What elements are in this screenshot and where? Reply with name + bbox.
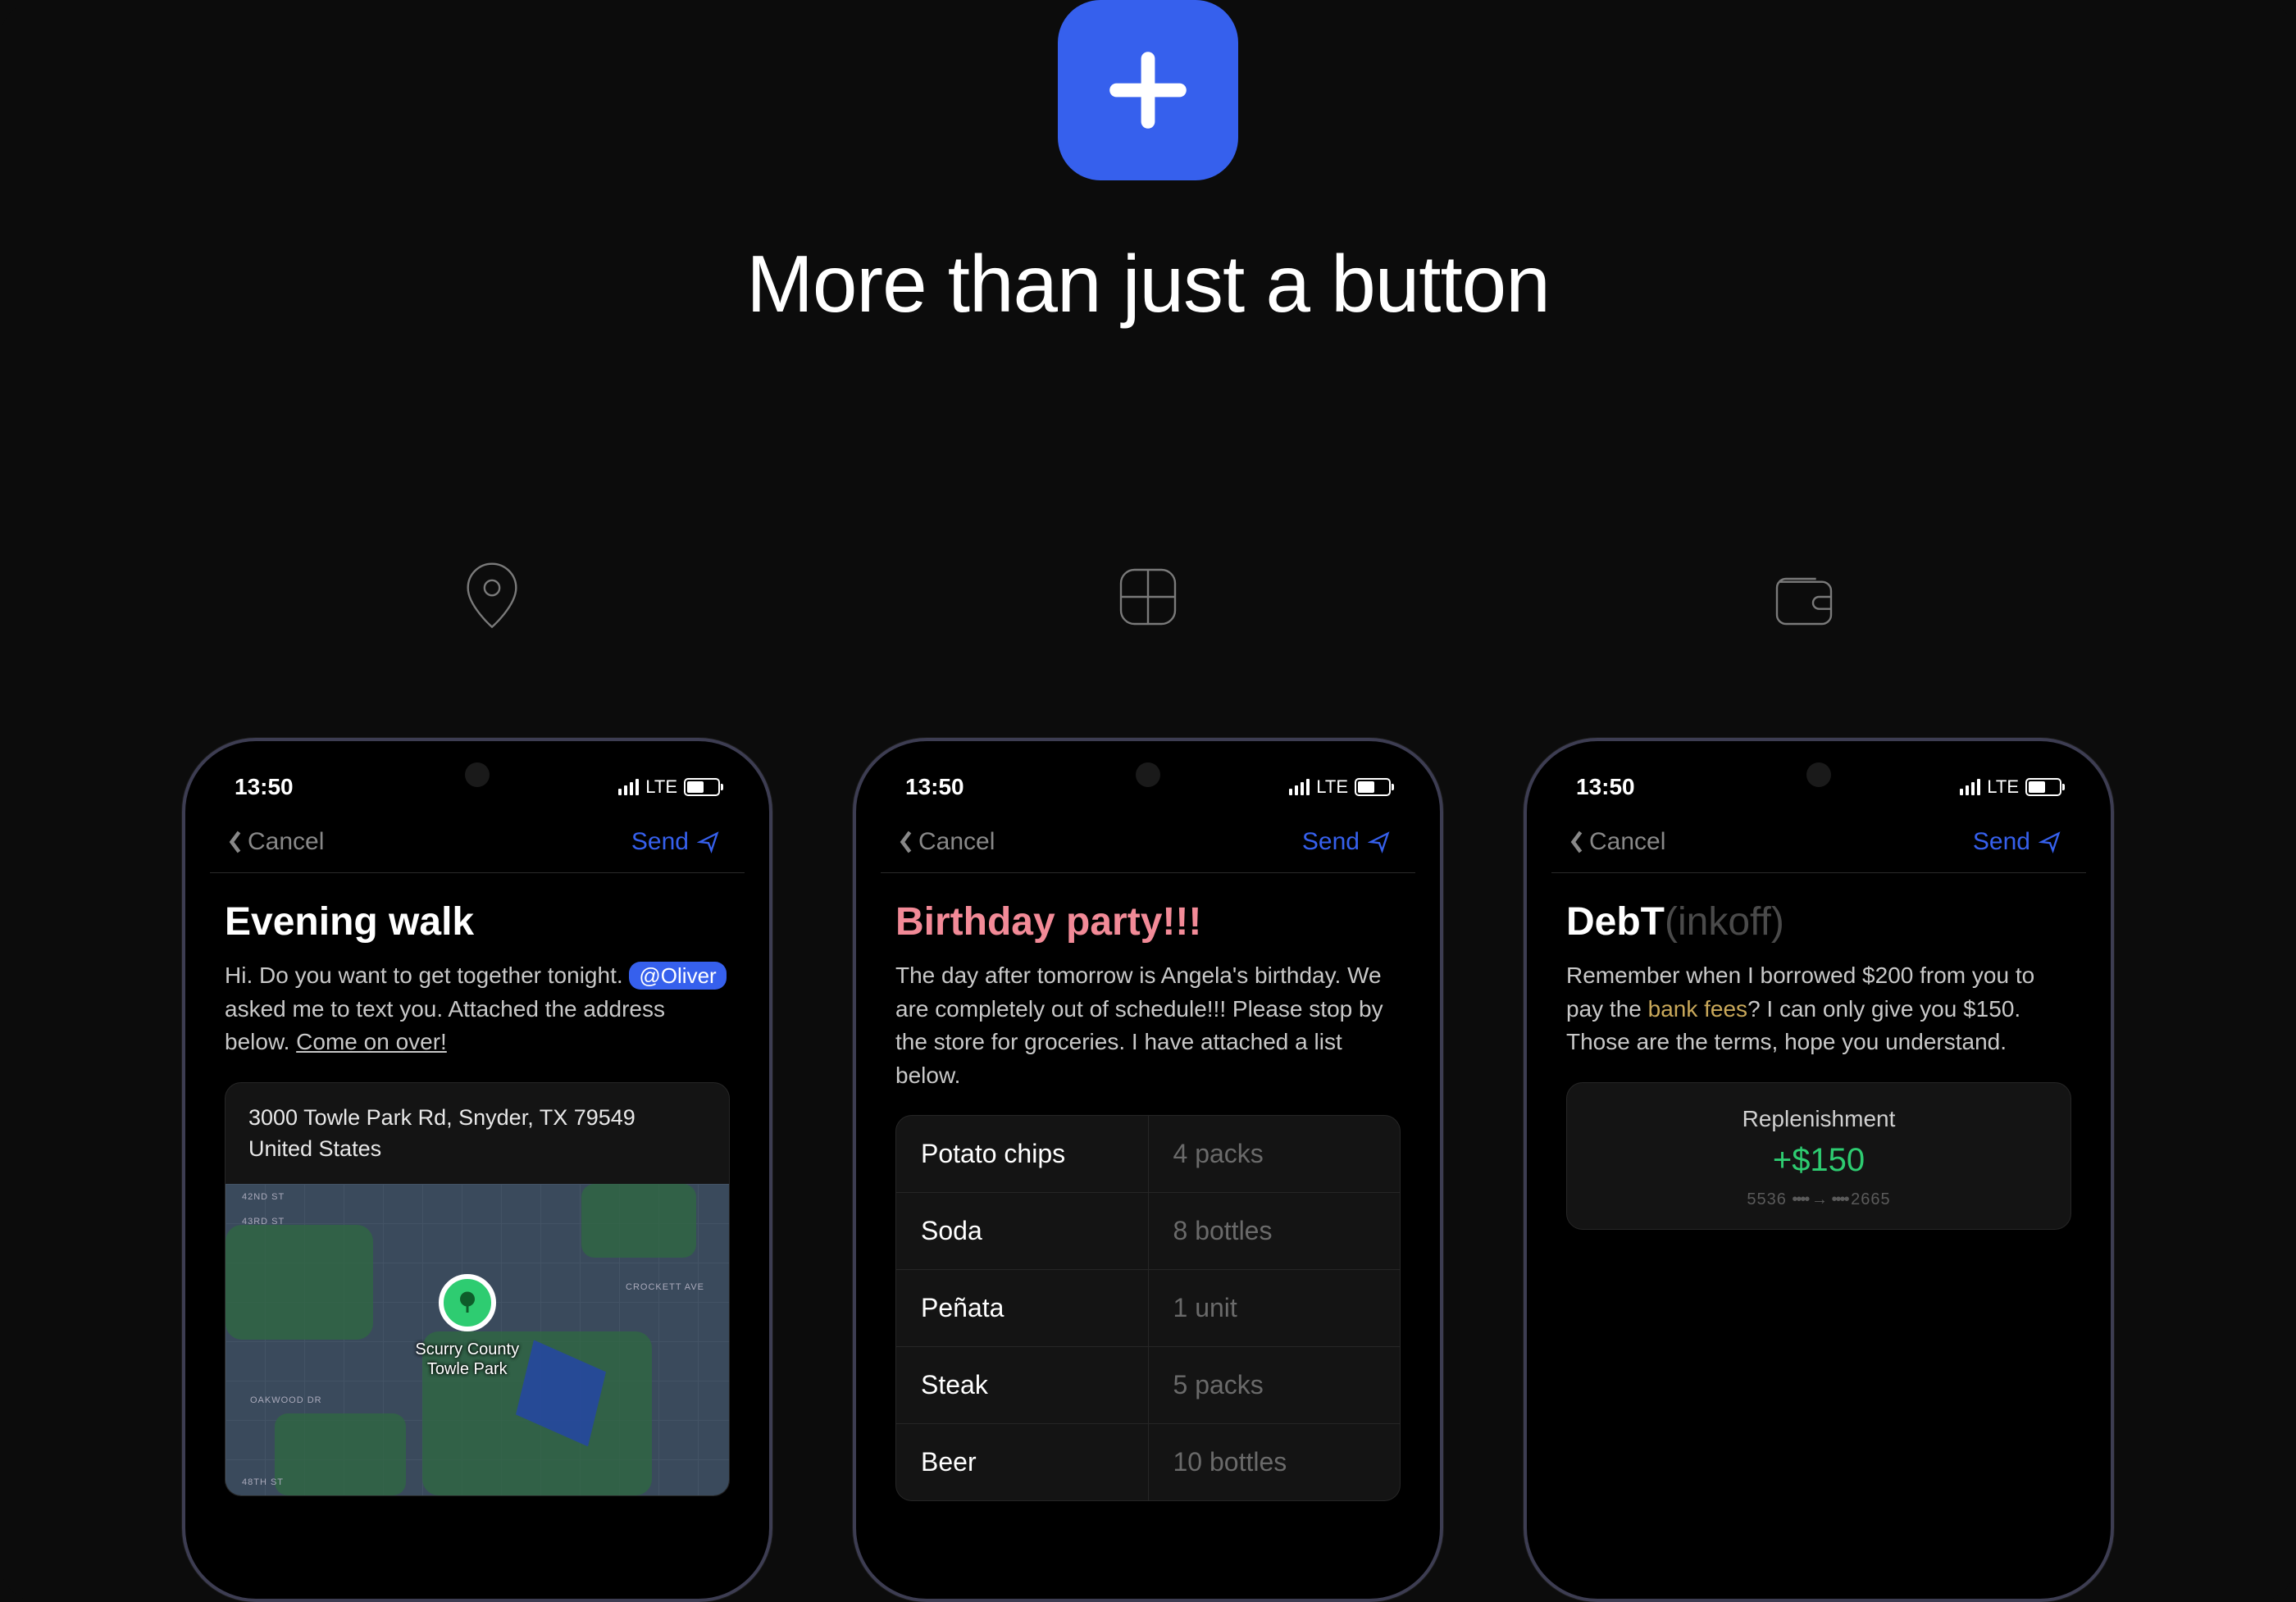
item-name: Potato chips: [896, 1116, 1149, 1192]
table-row[interactable]: Potato chips 4 packs: [896, 1116, 1400, 1193]
location-card[interactable]: 3000 Towle Park Rd, Snyder, TX 79549 Uni…: [225, 1082, 730, 1497]
table-row[interactable]: Soda 8 bottles: [896, 1193, 1400, 1270]
table-row[interactable]: Steak 5 packs: [896, 1347, 1400, 1424]
chevron-left-icon: [1569, 830, 1584, 854]
battery-icon: [1355, 778, 1391, 796]
category-icons-row: [0, 558, 2296, 636]
item-qty: 4 packs: [1149, 1116, 1401, 1192]
title-main: DebT: [1566, 900, 1665, 944]
nav-bar: Cancel Send: [210, 808, 745, 873]
status-indicators: LTE: [1289, 776, 1391, 798]
camera-notch: [1136, 762, 1160, 787]
address-line-1: 3000 Towle Park Rd, Snyder, TX 79549: [248, 1103, 706, 1134]
phone-mockup-list: 13:50 LTE Cancel Send Birthday party: [853, 738, 1443, 1602]
hero-title: More than just a button: [0, 238, 2296, 330]
title-suggestion: (inkoff): [1665, 900, 1784, 944]
cancel-label: Cancel: [918, 828, 995, 856]
phone-mockup-location: 13:50 LTE Cancel Send Evening walk: [182, 738, 772, 1602]
address-line-2: United States: [248, 1134, 706, 1165]
item-name: Soda: [896, 1193, 1149, 1269]
network-label: LTE: [1987, 776, 2019, 798]
note-content: Birthday party!!! The day after tomorrow…: [866, 873, 1430, 1501]
camera-notch: [1806, 762, 1831, 787]
item-name: Peñata: [896, 1270, 1149, 1346]
chevron-left-icon: [899, 830, 913, 854]
map-preview[interactable]: 42ND ST 43RD ST CROCKETT AVE OAKWOOD DR …: [226, 1184, 729, 1495]
map-pin-label: Scurry County Towle Park: [415, 1340, 519, 1379]
payment-card[interactable]: Replenishment +$150 5536 •••• → •••• 266…: [1566, 1082, 2071, 1230]
phones-row: 13:50 LTE Cancel Send Evening walk: [0, 738, 2296, 1602]
send-label: Send: [1973, 828, 2030, 856]
payment-amount: +$150: [1583, 1142, 2054, 1179]
cancel-button[interactable]: Cancel: [899, 828, 995, 856]
table-row[interactable]: Beer 10 bottles: [896, 1424, 1400, 1500]
address-block: 3000 Towle Park Rd, Snyder, TX 79549 Uni…: [226, 1083, 729, 1185]
network-label: LTE: [1316, 776, 1348, 798]
table-grid-icon: [1109, 558, 1187, 636]
status-time: 13:50: [1576, 774, 1635, 800]
item-qty: 5 packs: [1149, 1347, 1401, 1423]
tree-icon: [439, 1274, 496, 1331]
note-content: Evening walk Hi. Do you want to get toge…: [195, 873, 759, 1496]
status-indicators: LTE: [618, 776, 720, 798]
payment-cards: 5536 •••• → •••• 2665: [1583, 1190, 2054, 1209]
mention-pill[interactable]: @Oliver: [629, 962, 726, 990]
body-text: Hi. Do you want to get together tonight.: [225, 963, 629, 988]
note-content: DebT(inkoff) Remember when I borrowed $2…: [1537, 873, 2101, 1230]
note-title[interactable]: Evening walk: [225, 899, 730, 944]
marketing-canvas: More than just a button 13:50 LTE: [0, 0, 2296, 1602]
table-row[interactable]: Peñata 1 unit: [896, 1270, 1400, 1347]
item-name: Beer: [896, 1424, 1149, 1500]
body-cta-link[interactable]: Come on over!: [296, 1029, 447, 1054]
wallet-icon: [1765, 558, 1843, 636]
status-indicators: LTE: [1960, 776, 2061, 798]
signal-icon: [1960, 779, 1980, 795]
cancel-label: Cancel: [1589, 828, 1665, 856]
signal-icon: [618, 779, 639, 795]
card-from: 5536: [1747, 1190, 1787, 1208]
send-button[interactable]: Send: [1973, 828, 2061, 856]
cancel-label: Cancel: [248, 828, 324, 856]
app-icon-plus: [1058, 0, 1238, 180]
map-pin[interactable]: Scurry County Towle Park: [439, 1274, 496, 1331]
send-icon: [697, 831, 720, 853]
nav-bar: Cancel Send: [1551, 808, 2086, 873]
status-time: 13:50: [905, 774, 964, 800]
battery-icon: [684, 778, 720, 796]
network-label: LTE: [645, 776, 677, 798]
note-body[interactable]: Hi. Do you want to get together tonight.…: [225, 959, 730, 1059]
signal-icon: [1289, 779, 1310, 795]
camera-notch: [465, 762, 490, 787]
cancel-button[interactable]: Cancel: [1569, 828, 1665, 856]
send-button[interactable]: Send: [631, 828, 720, 856]
payment-label: Replenishment: [1583, 1106, 2054, 1132]
note-title[interactable]: Birthday party!!!: [895, 899, 1401, 944]
plus-icon: [1099, 41, 1197, 139]
send-icon: [2039, 831, 2061, 853]
nav-bar: Cancel Send: [881, 808, 1415, 873]
phone-mockup-wallet: 13:50 LTE Cancel Send Deb: [1524, 738, 2114, 1602]
status-time: 13:50: [235, 774, 294, 800]
item-qty: 10 bottles: [1149, 1424, 1401, 1500]
card-to: 2665: [1851, 1190, 1891, 1208]
item-name: Steak: [896, 1347, 1149, 1423]
send-button[interactable]: Send: [1302, 828, 1391, 856]
send-label: Send: [631, 828, 689, 856]
inline-link[interactable]: bank fees: [1648, 996, 1747, 1022]
cancel-button[interactable]: Cancel: [228, 828, 324, 856]
item-qty: 8 bottles: [1149, 1193, 1401, 1269]
chevron-left-icon: [228, 830, 243, 854]
battery-icon: [2025, 778, 2061, 796]
item-qty: 1 unit: [1149, 1270, 1401, 1346]
send-icon: [1368, 831, 1391, 853]
note-body[interactable]: Remember when I borrowed $200 from you t…: [1566, 959, 2071, 1059]
grocery-table[interactable]: Potato chips 4 packs Soda 8 bottles Peña…: [895, 1115, 1401, 1501]
note-title[interactable]: DebT(inkoff): [1566, 899, 2071, 944]
send-label: Send: [1302, 828, 1360, 856]
location-pin-icon: [453, 558, 531, 636]
note-body[interactable]: The day after tomorrow is Angela's birth…: [895, 959, 1401, 1092]
